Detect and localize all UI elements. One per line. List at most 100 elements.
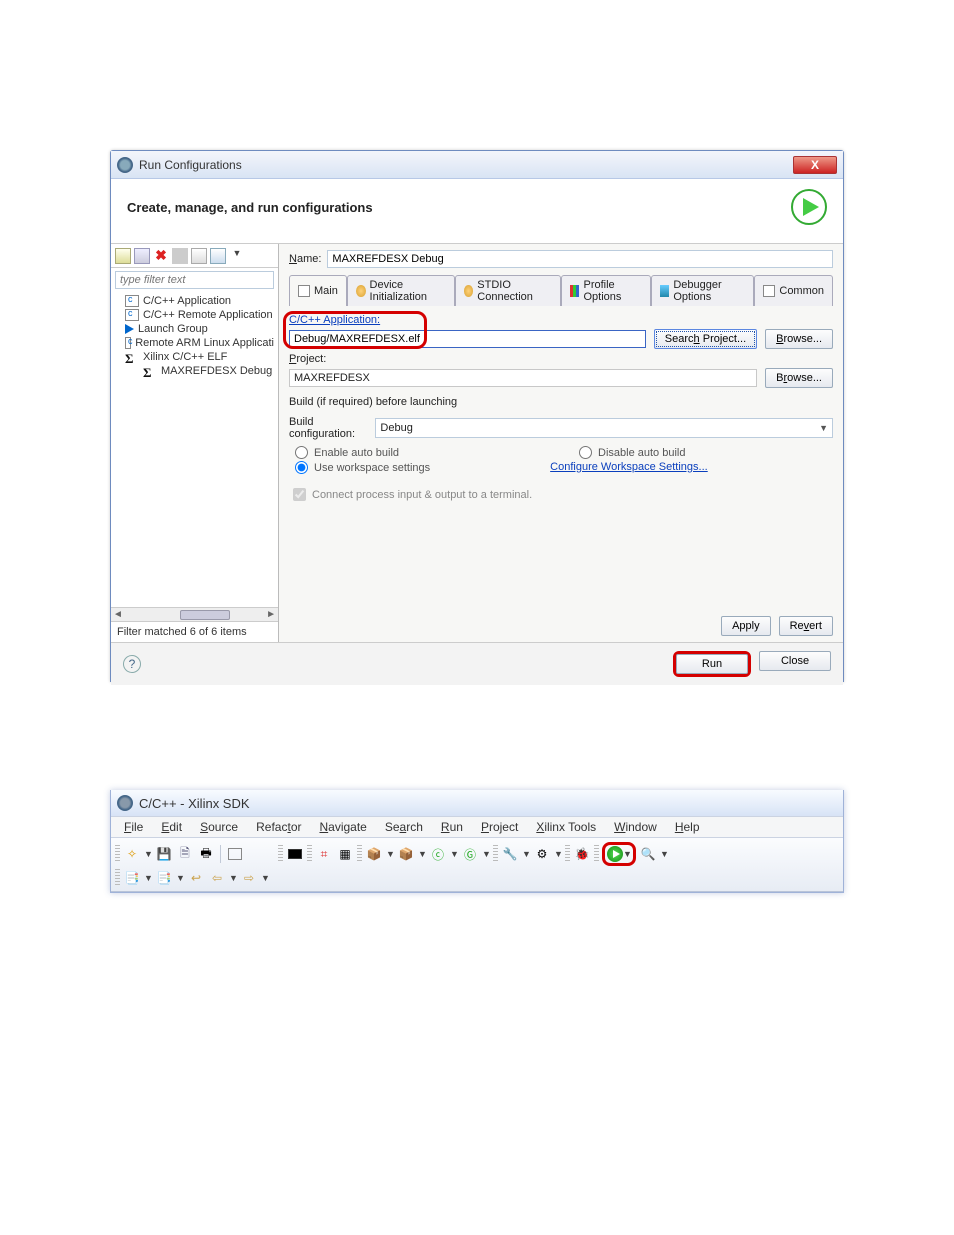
help-icon[interactable]: ?: [123, 655, 141, 673]
c-app-icon: [125, 309, 139, 321]
toolbar-grip[interactable]: [493, 845, 498, 863]
menu-project[interactable]: Project: [472, 818, 527, 836]
tree-item[interactable]: ΣXilinx C/C++ ELF: [111, 350, 278, 364]
menu-search[interactable]: Search: [376, 818, 432, 836]
tree-item[interactable]: C/C++ Remote Application: [111, 308, 278, 322]
chevron-down-icon[interactable]: ▼: [261, 873, 269, 883]
save-icon[interactable]: 💾: [155, 845, 173, 863]
terminal-icon[interactable]: [286, 845, 304, 863]
browse-project-button[interactable]: Browse...: [765, 368, 833, 388]
connect-terminal-checkbox[interactable]: Connect process input & output to a term…: [293, 488, 833, 501]
chevron-down-icon[interactable]: ▼: [482, 849, 490, 859]
menu-help[interactable]: Help: [666, 818, 709, 836]
toolbar-grip[interactable]: [115, 869, 120, 887]
save-all-icon[interactable]: 🗎: [176, 845, 194, 863]
build-all-icon[interactable]: 📦: [397, 845, 415, 863]
filter-icon[interactable]: [210, 248, 226, 264]
print-icon[interactable]: 🖶: [197, 845, 215, 863]
menu-window[interactable]: Window: [605, 818, 666, 836]
run-icon[interactable]: [607, 846, 623, 862]
menu-navigate[interactable]: Navigate: [310, 818, 375, 836]
chevron-down-icon[interactable]: ▼: [623, 849, 631, 859]
sdk-titlebar[interactable]: C/C++ - Xilinx SDK: [111, 790, 843, 816]
external-tools-icon[interactable]: 🔍: [639, 845, 657, 863]
collapse-all-icon[interactable]: [191, 248, 207, 264]
menu-run[interactable]: Run: [432, 818, 472, 836]
browse-app-button[interactable]: Browse...: [765, 329, 833, 349]
horizontal-scrollbar[interactable]: ◄ ►: [111, 607, 278, 621]
settings-icon[interactable]: ⚙: [533, 845, 551, 863]
chevron-down-icon[interactable]: ▼: [554, 849, 562, 859]
binary-icon[interactable]: [226, 845, 244, 863]
new-config-icon[interactable]: [115, 248, 131, 264]
delete-config-icon[interactable]: ✖: [153, 248, 169, 264]
nav-icon[interactable]: 📑: [155, 869, 173, 887]
scroll-left-icon[interactable]: ◄: [113, 609, 123, 620]
tab-stdio[interactable]: STDIO Connection: [455, 275, 561, 306]
configure-workspace-link[interactable]: Configure Workspace Settings...: [550, 461, 708, 474]
debugger-icon: [660, 285, 670, 297]
chevron-down-icon[interactable]: ▼: [386, 849, 394, 859]
disable-auto-build-radio[interactable]: Disable auto build: [579, 446, 685, 459]
apply-button[interactable]: Apply: [721, 616, 771, 636]
program-fpga-icon[interactable]: ⌗: [315, 845, 333, 863]
duplicate-config-icon[interactable]: [134, 248, 150, 264]
scroll-right-icon[interactable]: ►: [266, 609, 276, 620]
toolbar-grip[interactable]: [307, 845, 312, 863]
chevron-down-icon[interactable]: ▼: [144, 849, 152, 859]
menu-edit[interactable]: Edit: [152, 818, 191, 836]
forward-icon[interactable]: ⇨: [240, 869, 258, 887]
search-project-button[interactable]: Search Project...: [654, 329, 757, 349]
menu-source[interactable]: Source: [191, 818, 247, 836]
new-cpp-icon[interactable]: Ⓖ: [461, 845, 479, 863]
use-workspace-radio[interactable]: Use workspace settings: [295, 461, 430, 474]
new-c-icon[interactable]: ⓒ: [429, 845, 447, 863]
tree-item-selected[interactable]: ΣMAXREFDESX Debug: [111, 364, 278, 378]
filter-input[interactable]: [115, 271, 274, 289]
back-icon[interactable]: ⇦: [208, 869, 226, 887]
chevron-down-icon[interactable]: ▼: [229, 873, 237, 883]
toolbar-grip[interactable]: [565, 845, 570, 863]
new-icon[interactable]: ✧: [123, 845, 141, 863]
c-application-input[interactable]: [289, 330, 646, 348]
filter-dropdown-icon[interactable]: ▼: [229, 248, 245, 264]
tab-debugger[interactable]: Debugger Options: [651, 275, 755, 306]
menu-file[interactable]: File: [115, 818, 152, 836]
last-edit-icon[interactable]: ↩: [187, 869, 205, 887]
run-button[interactable]: Run: [676, 654, 748, 674]
tree-item[interactable]: Remote ARM Linux Applicati: [111, 336, 278, 350]
tree-item[interactable]: Launch Group: [111, 322, 278, 336]
chevron-down-icon[interactable]: ▼: [144, 873, 152, 883]
menu-xilinx-tools[interactable]: Xilinx Tools: [527, 818, 605, 836]
chevron-down-icon[interactable]: ▼: [418, 849, 426, 859]
enable-auto-build-radio[interactable]: Enable auto build: [295, 446, 399, 459]
build-icon[interactable]: 📦: [365, 845, 383, 863]
tab-profile[interactable]: Profile Options: [561, 275, 651, 306]
config-tree[interactable]: C/C++ Application C/C++ Remote Applicati…: [111, 292, 278, 607]
tree-item[interactable]: C/C++ Application: [111, 294, 278, 308]
build-config-select[interactable]: Debug ▼: [375, 418, 833, 438]
name-input[interactable]: [327, 250, 833, 268]
board-icon[interactable]: ▦: [336, 845, 354, 863]
scroll-thumb[interactable]: [180, 610, 230, 620]
nav-icon[interactable]: 📑: [123, 869, 141, 887]
menu-refactor[interactable]: Refactor: [247, 818, 310, 836]
close-button[interactable]: X: [793, 156, 837, 174]
toolbar-grip[interactable]: [357, 845, 362, 863]
tab-main[interactable]: Main: [289, 275, 347, 306]
tab-device-init[interactable]: Device Initialization: [347, 275, 455, 306]
chevron-down-icon[interactable]: ▼: [176, 873, 184, 883]
wrench-icon[interactable]: 🔧: [501, 845, 519, 863]
close-dialog-button[interactable]: Close: [759, 651, 831, 671]
titlebar[interactable]: Run Configurations X: [111, 151, 843, 179]
toolbar-grip[interactable]: [115, 845, 120, 863]
revert-button[interactable]: Revert: [779, 616, 833, 636]
tab-common[interactable]: Common: [754, 275, 833, 306]
toolbar-grip[interactable]: [278, 845, 283, 863]
chevron-down-icon[interactable]: ▼: [522, 849, 530, 859]
chevron-down-icon[interactable]: ▼: [450, 849, 458, 859]
debug-icon[interactable]: 🐞: [573, 845, 591, 863]
xilinx-elf-icon: Σ: [143, 365, 157, 377]
toolbar-grip[interactable]: [594, 845, 599, 863]
chevron-down-icon[interactable]: ▼: [660, 849, 668, 859]
